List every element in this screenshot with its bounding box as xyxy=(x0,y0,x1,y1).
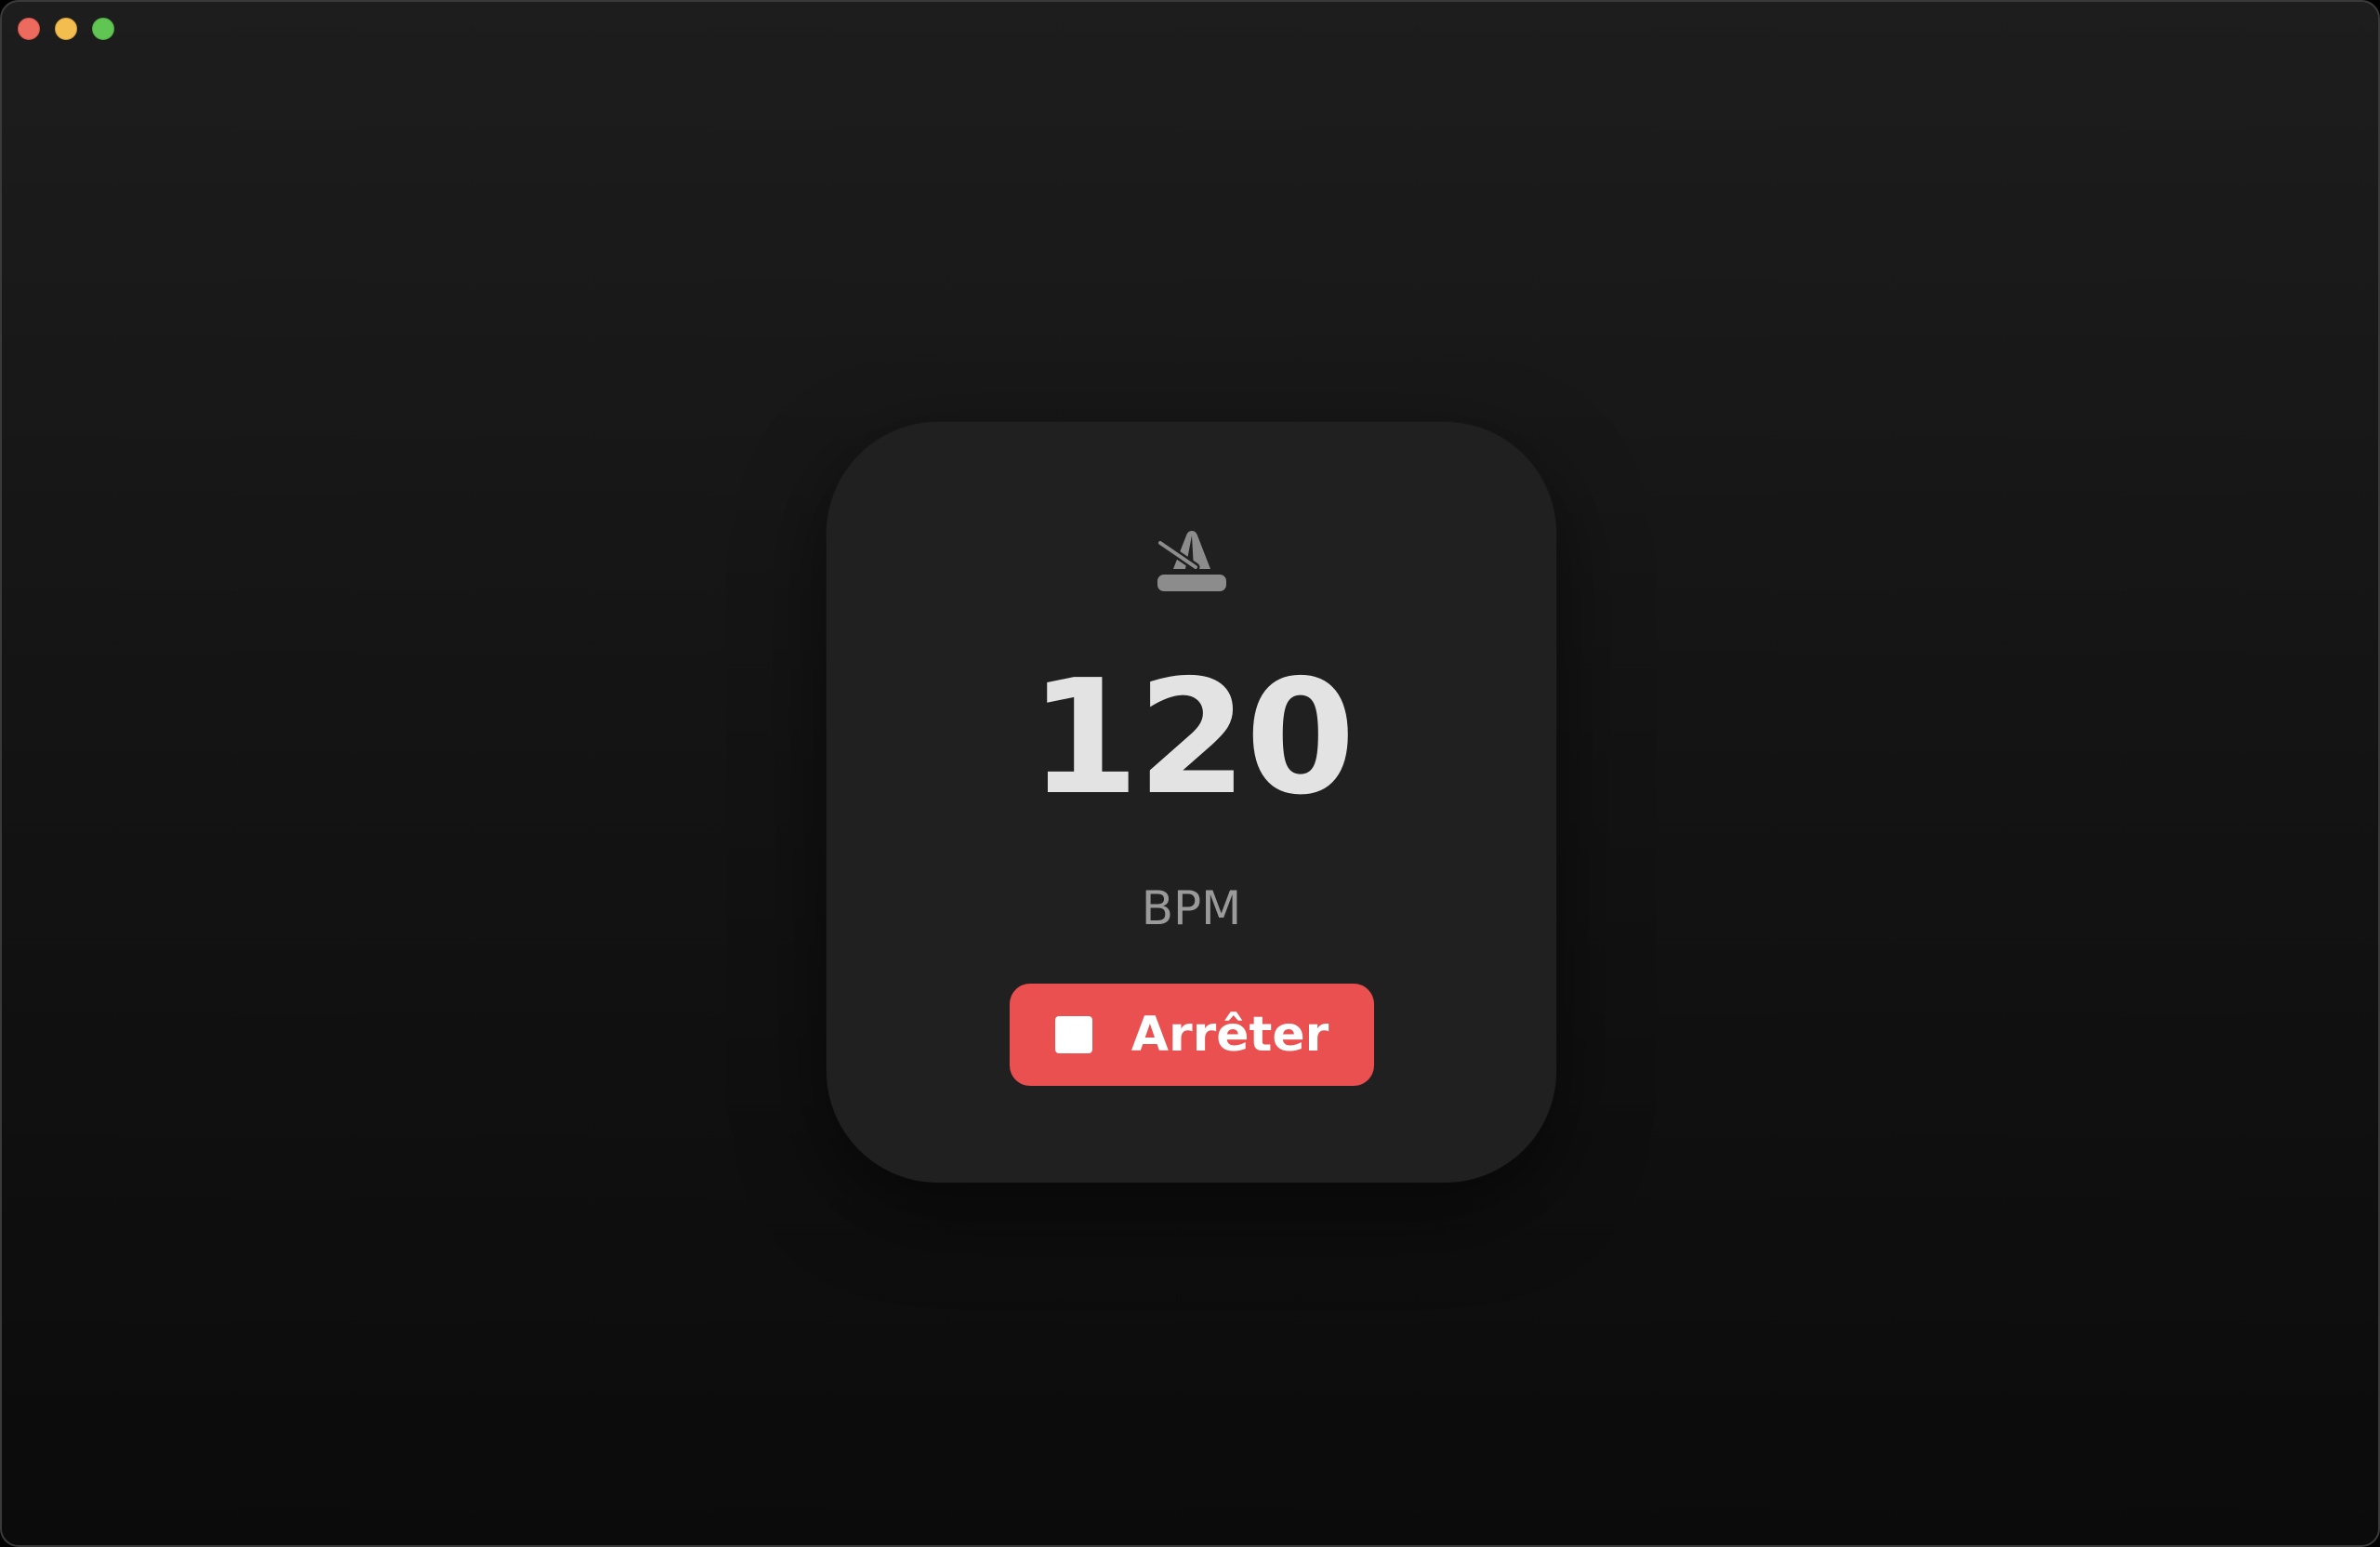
stop-button-label: Arrêter xyxy=(1130,1007,1329,1063)
close-window-button[interactable] xyxy=(18,18,40,40)
window-controls xyxy=(18,18,114,40)
bpm-unit-label: BPM xyxy=(1141,881,1242,935)
metronome-icon xyxy=(1156,531,1226,591)
bpm-value: 120 xyxy=(1029,646,1355,830)
app-window: 120 BPM Arrêter xyxy=(0,0,2380,1547)
stop-icon xyxy=(1054,1016,1092,1053)
metronome-card: 120 BPM Arrêter xyxy=(826,422,1556,1183)
zoom-window-button[interactable] xyxy=(92,18,114,40)
stop-button[interactable]: Arrêter xyxy=(1010,984,1374,1086)
minimize-window-button[interactable] xyxy=(55,18,77,40)
